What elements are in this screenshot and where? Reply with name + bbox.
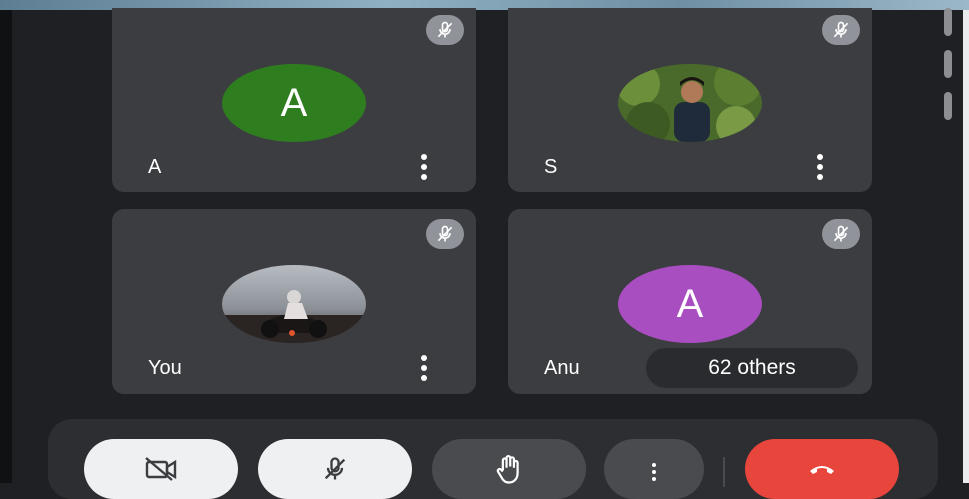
mic-off-icon <box>324 457 346 480</box>
profile-photo <box>222 265 366 343</box>
right-edge <box>963 10 969 483</box>
participant-tile-self[interactable]: You <box>112 209 476 394</box>
mic-off-badge <box>426 219 464 249</box>
mic-off-icon <box>833 225 849 242</box>
avatar-photo <box>618 64 762 142</box>
camera-toggle-button[interactable] <box>84 439 238 499</box>
avatar: A <box>618 265 762 343</box>
profile-photo <box>618 64 762 142</box>
avatar-photo <box>222 265 366 343</box>
left-edge <box>0 10 12 483</box>
raise-hand-icon <box>496 455 519 484</box>
more-options-button[interactable] <box>814 154 826 180</box>
mic-off-badge <box>822 15 860 45</box>
raise-hand-button[interactable] <box>432 439 586 499</box>
mic-off-icon <box>833 21 849 38</box>
video-off-icon <box>145 457 177 481</box>
others-count-button[interactable]: 62 others <box>646 348 858 388</box>
mic-off-badge <box>426 15 464 45</box>
participant-name: Anu <box>544 357 580 379</box>
avatar-letter: A <box>676 281 704 326</box>
more-options-button[interactable] <box>418 154 430 180</box>
more-options-button[interactable] <box>418 355 430 381</box>
participant-name: You <box>148 357 182 379</box>
end-call-button[interactable] <box>745 439 899 499</box>
avatar: A <box>222 64 366 142</box>
participant-tile[interactable]: A Anu 62 others <box>508 209 872 394</box>
scroll-indicator[interactable] <box>944 8 952 120</box>
call-control-bar <box>48 419 938 499</box>
avatar-letter: A <box>280 80 308 125</box>
mic-off-badge <box>822 219 860 249</box>
participant-name: S <box>544 156 558 178</box>
mic-toggle-button[interactable] <box>258 439 412 499</box>
participant-tile[interactable]: S <box>508 8 872 192</box>
mic-off-icon <box>437 225 453 242</box>
participant-name: A <box>148 156 162 178</box>
more-options-button[interactable] <box>604 439 704 499</box>
more-vert-icon <box>652 463 656 481</box>
call-end-icon <box>810 466 834 474</box>
mic-off-icon <box>437 21 453 38</box>
participant-tile[interactable]: A A <box>112 8 476 192</box>
